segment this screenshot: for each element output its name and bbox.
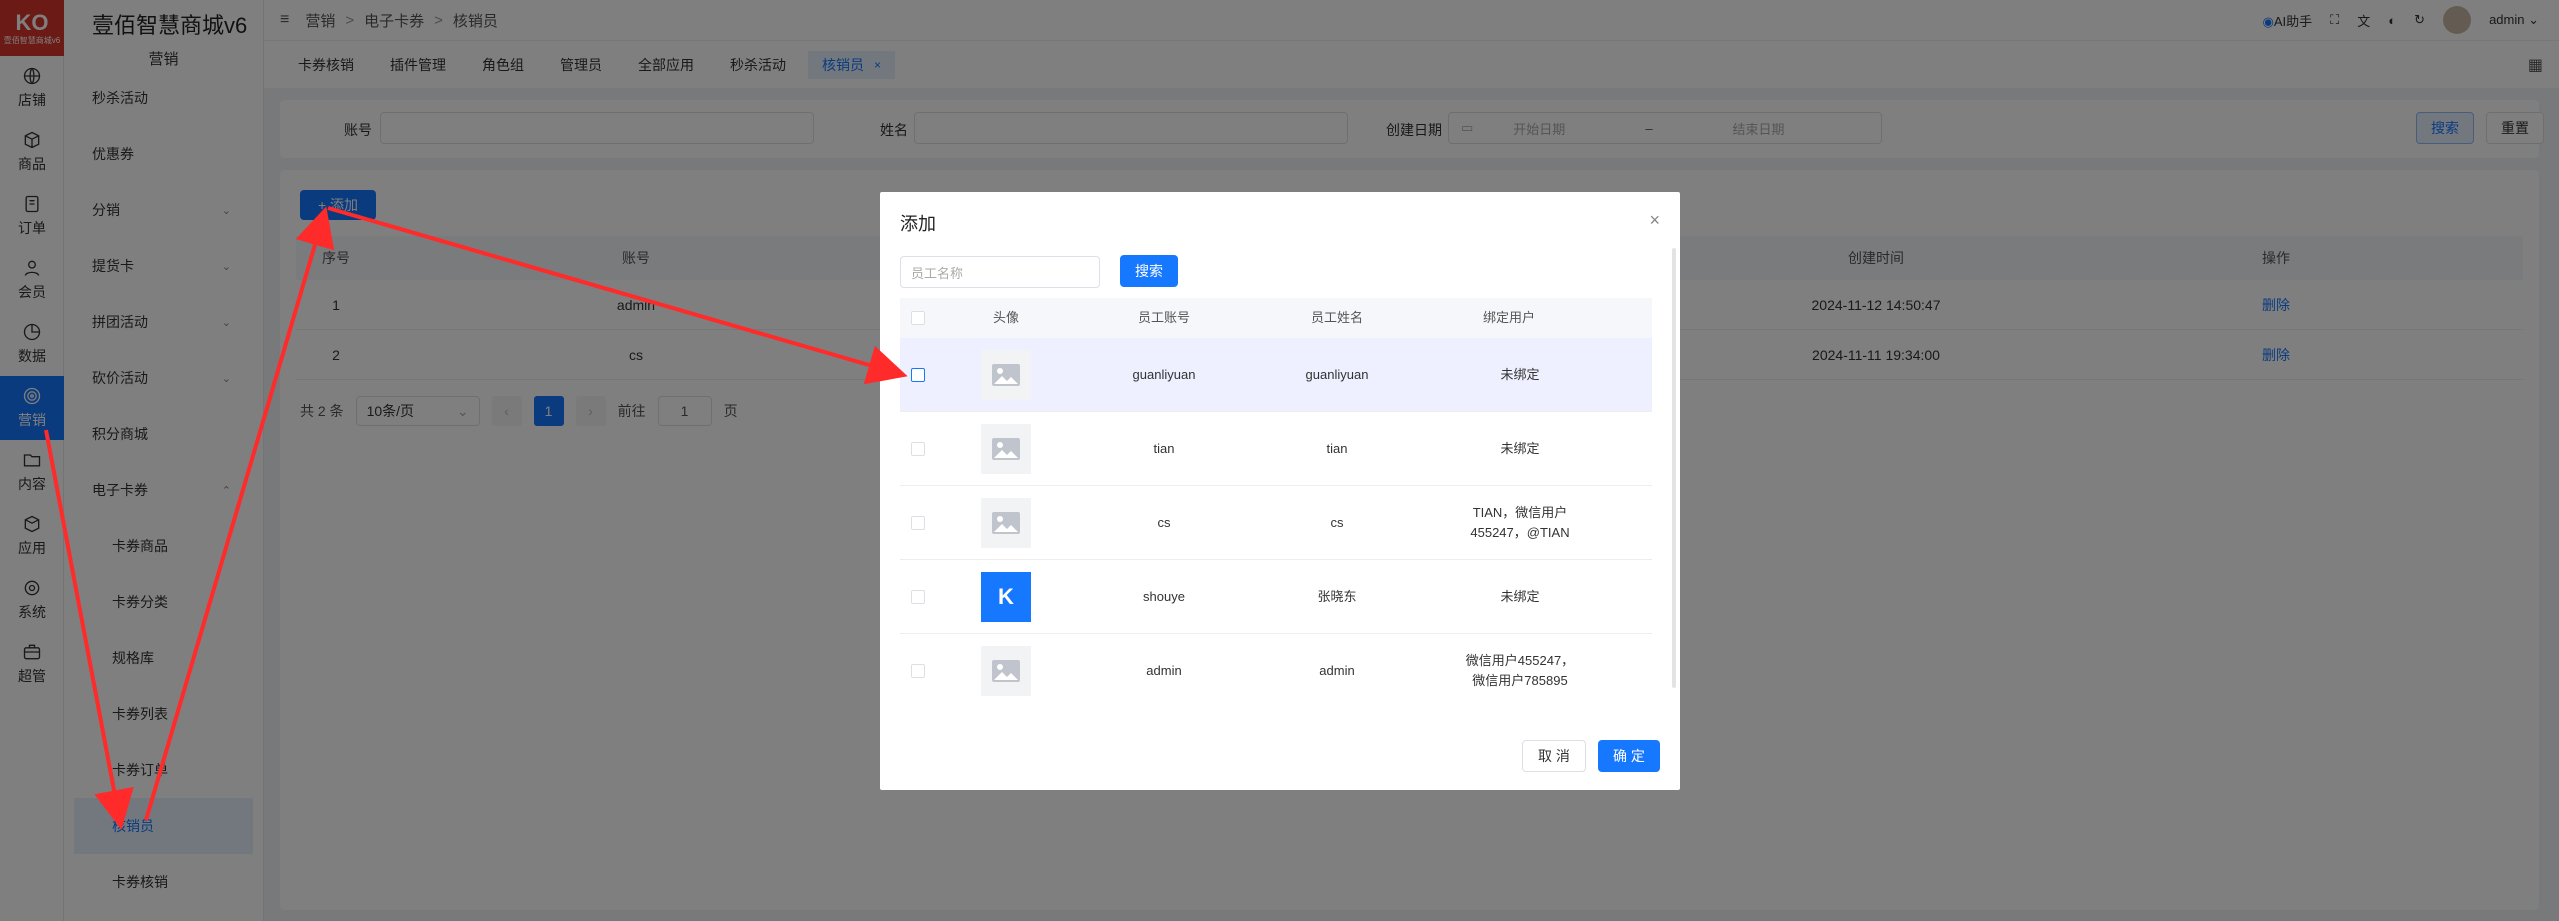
- row-checkbox[interactable]: [911, 367, 925, 382]
- bound-user: 未绑定: [1500, 588, 1540, 604]
- avatar-cell: [936, 338, 1076, 411]
- row-checkbox[interactable]: [911, 515, 925, 530]
- employee-table: 头像 员工账号 员工姓名 绑定用户 guanliyuan guanliyuan 未绑…: [900, 298, 1652, 702]
- employee-account: cs: [1157, 514, 1171, 530]
- col-avatar: 头像: [992, 310, 1019, 325]
- col-bound-user: 绑定用户: [1482, 310, 1535, 325]
- col-employee-account: 员工账号: [1137, 310, 1190, 325]
- row-checkbox[interactable]: [911, 441, 925, 456]
- employee-avatar-logo: K: [981, 571, 1031, 622]
- employee-name: guanliyuan: [1305, 366, 1369, 382]
- row-select-cell: [900, 560, 936, 633]
- bound-user: 未绑定: [1500, 440, 1540, 456]
- dialog-search-button[interactable]: 搜索: [1120, 255, 1178, 287]
- close-icon[interactable]: ×: [1649, 210, 1660, 231]
- col-employee-name: 员工姓名: [1310, 310, 1363, 325]
- avatar-cell: [936, 412, 1076, 485]
- employee-row[interactable]: admin admin 微信用户455247，微信用户785895: [900, 634, 1652, 702]
- employee-account: tian: [1153, 440, 1175, 456]
- avatar-cell: [936, 634, 1076, 702]
- row-select-cell: [900, 486, 936, 559]
- cancel-button[interactable]: 取 消: [1522, 740, 1586, 772]
- bound-user: 未绑定: [1500, 366, 1540, 382]
- employee-name: admin: [1319, 662, 1355, 678]
- bound-user: 微信用户455247，微信用户785895: [1465, 652, 1575, 688]
- row-checkbox[interactable]: [911, 663, 925, 678]
- employee-row[interactable]: guanliyuan guanliyuan 未绑定: [900, 338, 1652, 412]
- employee-row[interactable]: tian tian 未绑定: [900, 412, 1652, 486]
- select-all-cell: [900, 298, 936, 338]
- row-select-cell: [900, 634, 936, 702]
- employee-name-input[interactable]: 员工名称: [900, 256, 1100, 288]
- add-dialog: 添加 × 员工名称 搜索 头像 员工账号 员工姓名 绑定用户 guanliyua…: [880, 192, 1680, 790]
- employee-table-header: 头像 员工账号 员工姓名 绑定用户: [900, 298, 1652, 338]
- employee-account: admin: [1146, 662, 1182, 678]
- employee-row[interactable]: Kshouye 张晓东 未绑定: [900, 560, 1652, 634]
- employee-name: 张晓东: [1317, 588, 1357, 604]
- avatar-cell: K: [936, 560, 1076, 633]
- select-all-checkbox[interactable]: [911, 311, 925, 325]
- employee-name: cs: [1330, 514, 1344, 530]
- row-checkbox[interactable]: [911, 589, 925, 604]
- dialog-title: 添加: [900, 214, 936, 234]
- bound-user: TIAN，微信用户455247，@TIAN: [1470, 504, 1570, 540]
- image-placeholder-icon: [981, 645, 1031, 696]
- employee-name: tian: [1326, 440, 1348, 456]
- avatar-cell: [936, 486, 1076, 559]
- dialog-scrollbar[interactable]: [1672, 248, 1676, 688]
- confirm-button[interactable]: 确 定: [1598, 740, 1660, 772]
- row-select-cell: [900, 412, 936, 485]
- employee-row[interactable]: cs cs TIAN，微信用户455247，@TIAN: [900, 486, 1652, 560]
- employee-account: guanliyuan: [1132, 366, 1196, 382]
- image-placeholder-icon: [981, 497, 1031, 548]
- image-placeholder-icon: [981, 349, 1031, 400]
- row-select-cell: [900, 338, 936, 411]
- employee-account: shouye: [1143, 588, 1185, 604]
- image-placeholder-icon: [981, 423, 1031, 474]
